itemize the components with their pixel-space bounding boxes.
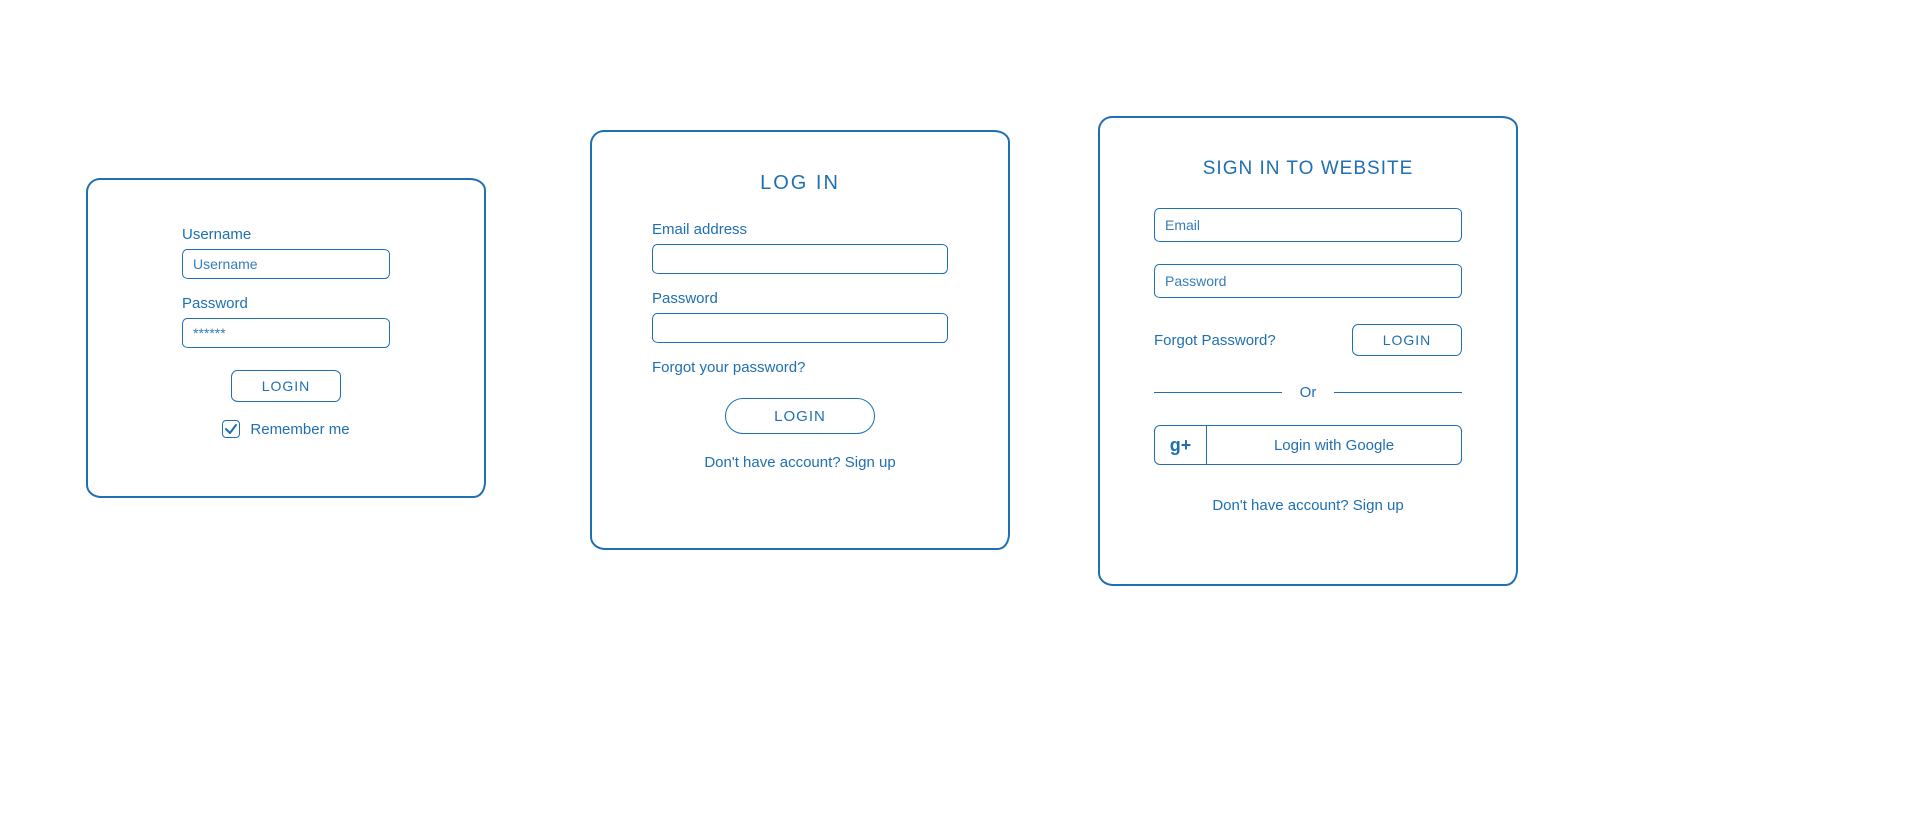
check-icon — [224, 422, 238, 436]
or-divider: Or — [1154, 384, 1462, 401]
login-card-simple: Username Password LOGIN Remember me — [86, 178, 486, 498]
or-label: Or — [1300, 384, 1317, 401]
remember-me-label: Remember me — [250, 421, 349, 438]
email-label: Email address — [652, 221, 948, 238]
google-plus-icon: g+ — [1155, 426, 1207, 464]
login-card-social: SIGN IN TO WEBSITE Forgot Password? LOGI… — [1098, 116, 1518, 586]
signup-link[interactable]: Don't have account? Sign up — [652, 454, 948, 471]
google-login-label: Login with Google — [1207, 426, 1461, 464]
forgot-password-link[interactable]: Forgot your password? — [652, 359, 948, 376]
divider-line — [1334, 392, 1462, 393]
email-input[interactable] — [1154, 208, 1462, 242]
login-button[interactable]: LOGIN — [725, 398, 875, 434]
password-input[interactable] — [1154, 264, 1462, 298]
login-with-google-button[interactable]: g+ Login with Google — [1154, 425, 1462, 465]
login-button[interactable]: LOGIN — [1352, 324, 1462, 356]
remember-me-row: Remember me — [182, 420, 390, 438]
card-title: LOG IN — [652, 172, 948, 195]
password-input[interactable] — [182, 318, 390, 348]
username-label: Username — [182, 226, 390, 243]
email-input[interactable] — [652, 244, 948, 274]
remember-me-checkbox[interactable] — [222, 420, 240, 438]
password-label: Password — [652, 290, 948, 307]
password-input[interactable] — [652, 313, 948, 343]
login-card-email: LOG IN Email address Password Forgot you… — [590, 130, 1010, 550]
signup-link[interactable]: Don't have account? Sign up — [1154, 497, 1462, 514]
card-title: SIGN IN TO WEBSITE — [1154, 158, 1462, 180]
login-button[interactable]: LOGIN — [231, 370, 341, 402]
password-label: Password — [182, 295, 390, 312]
divider-line — [1154, 392, 1282, 393]
forgot-password-link[interactable]: Forgot Password? — [1154, 332, 1276, 349]
username-input[interactable] — [182, 249, 390, 279]
